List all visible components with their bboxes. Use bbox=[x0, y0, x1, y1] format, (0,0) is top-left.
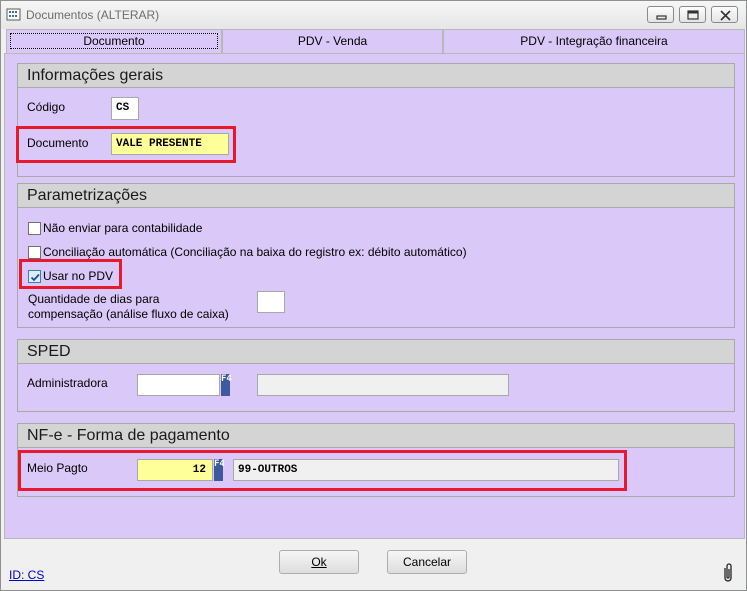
minimize-button[interactable] bbox=[647, 6, 674, 23]
administradora-label: Administradora bbox=[27, 376, 108, 390]
group-header: Informações gerais bbox=[18, 64, 734, 88]
maximize-button[interactable] bbox=[679, 6, 706, 23]
administradora-lookup-button[interactable]: F4 bbox=[221, 374, 232, 396]
quantidade-dias-label-line1: Quantidade de dias para bbox=[28, 292, 160, 306]
title-bar[interactable]: Documentos (ALTERAR) bbox=[1, 1, 746, 29]
minimize-icon bbox=[656, 15, 667, 20]
app-icon bbox=[6, 8, 21, 21]
conciliacao-automatica-checkbox[interactable] bbox=[28, 246, 41, 259]
tab-label: Documento bbox=[10, 33, 218, 49]
record-id-link[interactable]: ID: CS bbox=[9, 568, 44, 582]
tab-pdv-integracao-financeira[interactable]: PDV - Integração financeira bbox=[443, 29, 745, 53]
group-parametrizacoes: Parametrizações Não enviar para contabil… bbox=[17, 183, 735, 328]
group-sped: SPED Administradora F4 bbox=[17, 339, 735, 412]
tab-label: PDV - Integração financeira bbox=[520, 34, 668, 48]
codigo-field[interactable]: CS bbox=[111, 97, 139, 120]
group-header: SPED bbox=[18, 340, 734, 364]
highlight-usar-no-pdv bbox=[19, 259, 122, 289]
close-icon bbox=[720, 10, 731, 21]
group-header: NF-e - Forma de pagamento bbox=[18, 424, 734, 448]
ok-button[interactable]: Ok bbox=[279, 550, 359, 574]
cancel-button-label: Cancelar bbox=[402, 555, 452, 569]
nao-enviar-contabilidade-label: Não enviar para contabilidade bbox=[43, 221, 203, 235]
lookup-key-label: F4 bbox=[221, 374, 232, 384]
ok-button-label: Ok bbox=[311, 555, 327, 569]
quantidade-dias-label-line2: compensação (análise fluxo de caixa) bbox=[28, 307, 229, 321]
group-header: Parametrizações bbox=[18, 184, 734, 208]
close-button[interactable] bbox=[711, 6, 738, 23]
codigo-label: Código bbox=[27, 100, 66, 114]
tab-pdv-venda[interactable]: PDV - Venda bbox=[222, 29, 443, 53]
tab-documento[interactable]: Documento bbox=[6, 29, 222, 53]
quantidade-dias-field[interactable] bbox=[257, 291, 285, 313]
documentos-window: Documentos (ALTERAR) Documento PDV - Ven… bbox=[0, 0, 747, 591]
administradora-description-field bbox=[257, 374, 509, 396]
highlight-documento bbox=[16, 126, 236, 163]
tab-bar: Documento PDV - Venda PDV - Integração f… bbox=[4, 29, 745, 53]
nao-enviar-contabilidade-checkbox[interactable] bbox=[28, 222, 41, 235]
cancel-button[interactable]: Cancelar bbox=[387, 550, 467, 574]
window-title: Documentos (ALTERAR) bbox=[26, 8, 160, 22]
maximize-icon bbox=[687, 10, 699, 20]
highlight-meio-pagto bbox=[18, 450, 627, 491]
administradora-code-field[interactable] bbox=[137, 374, 220, 396]
conciliacao-automatica-label: Conciliação automática (Conciliação na b… bbox=[43, 245, 467, 259]
paperclip-icon[interactable] bbox=[721, 562, 735, 584]
tab-label: PDV - Venda bbox=[297, 34, 368, 48]
